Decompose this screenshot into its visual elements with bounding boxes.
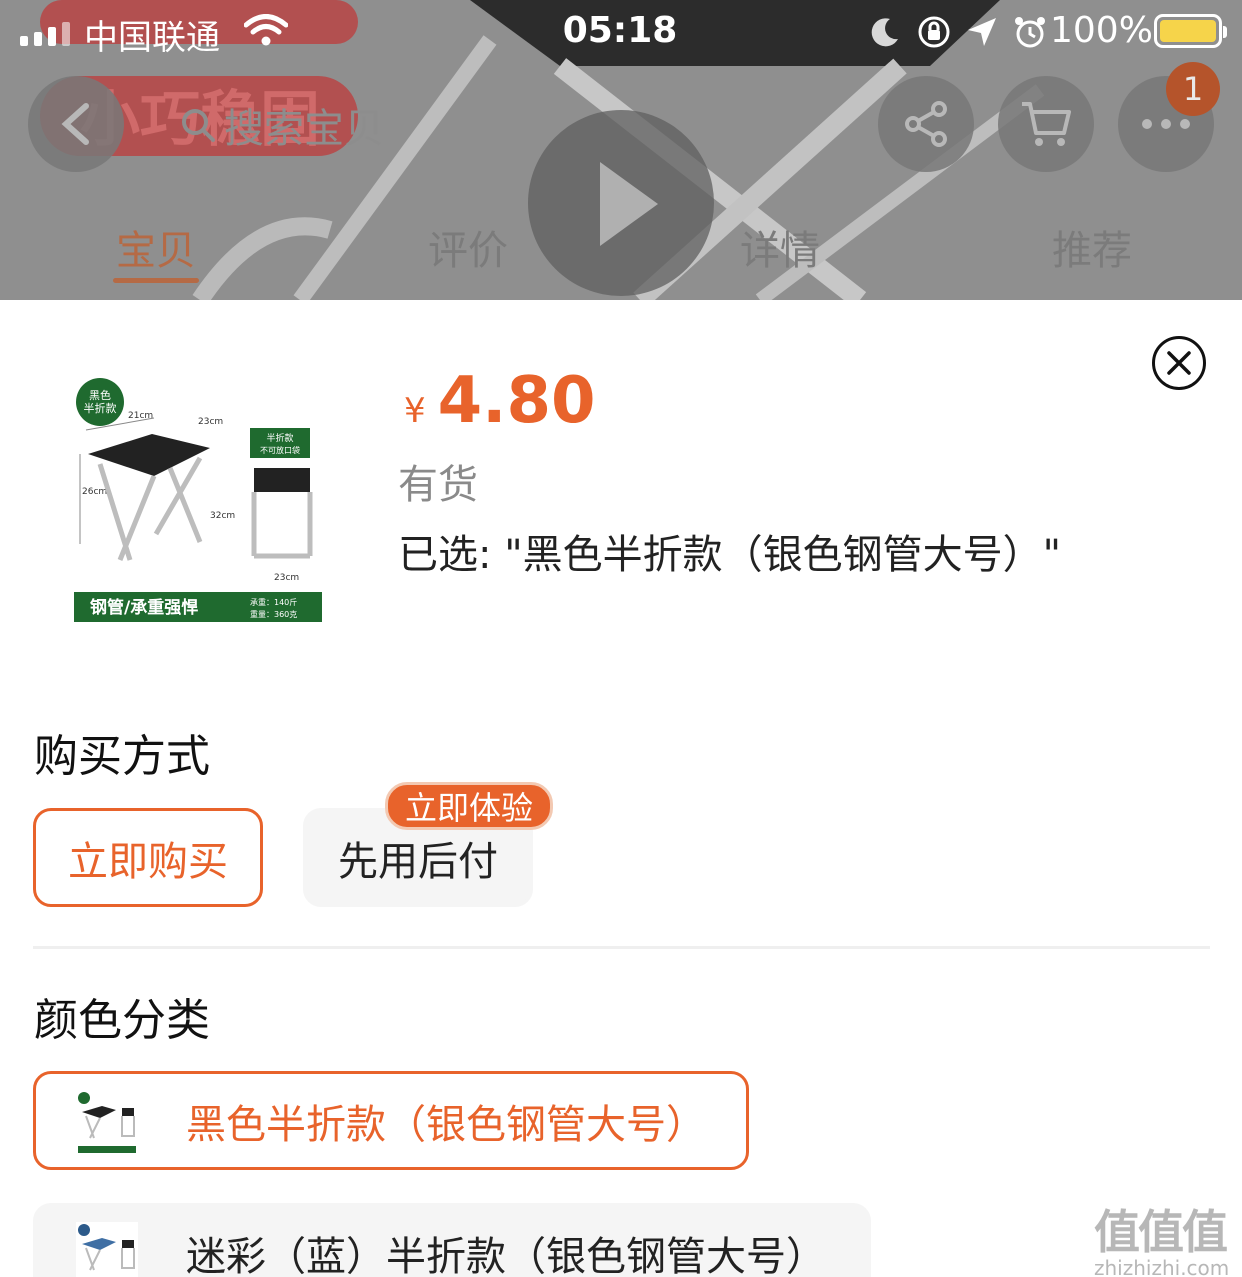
price-value: 4.80: [437, 364, 596, 438]
divider: [33, 946, 1210, 949]
back-icon: [61, 103, 89, 145]
thumb-dim-26: 26cm: [82, 487, 107, 497]
color-option-thumbnail: [76, 1222, 138, 1277]
thumb-banner-spec-2: 重量：360克: [250, 609, 297, 619]
watermark-url: zhizhizhi.com: [1094, 1256, 1230, 1277]
alarm-icon: [1015, 17, 1045, 48]
share-icon: [905, 101, 947, 147]
color-option-camo-blue[interactable]: 迷彩（蓝）半折款（银色钢管大号）: [33, 1203, 871, 1277]
thumb-side-label-2: 不可放口袋: [260, 445, 300, 455]
search-icon: [182, 109, 215, 142]
cart-button[interactable]: [998, 76, 1094, 172]
thumb-badge-line2: 半折款: [84, 401, 117, 415]
wifi-icon: [244, 14, 288, 46]
close-icon: [1167, 351, 1191, 375]
thumb-dim-23-bottom: 23cm: [274, 573, 299, 583]
thumb-dim-32: 32cm: [210, 511, 235, 521]
cellular-signal-icon: [20, 22, 70, 46]
product-thumbnail[interactable]: 黑色 半折款 21cm 23cm 26cm 32cm 23cm 半折款 不可放口…: [70, 372, 326, 624]
selected-sku: 已选: "黑色半折款（银色钢管大号）": [398, 532, 1061, 578]
color-option-thumbnail: [76, 1090, 138, 1154]
tab-recommend[interactable]: 推荐: [1012, 218, 1172, 276]
tab-details[interactable]: 详情: [700, 218, 860, 276]
buy-now-option[interactable]: 立即购买: [33, 808, 263, 907]
active-tab-indicator: [113, 278, 199, 283]
thumb-banner-main: 钢管/承重强悍: [90, 597, 198, 618]
color-option-label: 迷彩（蓝）半折款（银色钢管大号）: [186, 1233, 826, 1277]
thumb-badge-line1: 黑色: [89, 388, 111, 402]
status-time: 05:18: [562, 10, 678, 51]
battery-icon: [1154, 14, 1227, 48]
product-tabs: 宝贝 评价 详情 推荐: [0, 218, 1242, 283]
carrier-name: 中国联通: [84, 18, 220, 58]
cart-icon: [1022, 102, 1071, 146]
tab-reviews[interactable]: 评价: [388, 218, 548, 276]
status-icons: [868, 14, 1048, 50]
color-option-label: 黑色半折款（银色钢管大号）: [186, 1101, 706, 1148]
status-bar: 中国联通 05:18 100%: [0, 0, 1242, 64]
price-currency: ¥: [404, 391, 426, 431]
thumb-banner-spec-1: 承重：140斤: [250, 597, 297, 607]
close-button[interactable]: [1152, 336, 1206, 390]
price: ¥ 4.80: [404, 364, 596, 438]
thumb-side-label-1: 半折款: [266, 432, 293, 444]
watermark-logo: 值值值: [1094, 1205, 1228, 1259]
stock-status: 有货: [398, 462, 478, 508]
battery-percent: 100%: [1050, 10, 1153, 51]
search-placeholder: 搜索宝贝: [224, 106, 384, 152]
more-icon: [1142, 119, 1190, 129]
thumb-dim-23-top: 23cm: [198, 417, 223, 427]
tab-item[interactable]: 宝贝: [76, 218, 236, 276]
share-button[interactable]: [878, 76, 974, 172]
purchase-method-title: 购买方式: [34, 731, 210, 782]
background-product-page[interactable]: 小巧稳固 中国联通 05:18 100% 搜索宝贝 1 宝贝 评价 详情 推荐: [0, 0, 1242, 300]
thumb-dim-21: 21cm: [128, 411, 153, 421]
try-now-badge: 立即体验: [385, 782, 553, 830]
watermark: 值值值 zhizhizhi.com: [1094, 1196, 1229, 1277]
search-bar[interactable]: 搜索宝贝: [180, 96, 384, 154]
page: 小巧稳固 中国联通 05:18 100% 搜索宝贝 1 宝贝 评价 详情 推荐 …: [0, 0, 1242, 1277]
location-arrow-icon: [968, 18, 996, 46]
back-button[interactable]: [28, 76, 124, 172]
cart-count-badge: 1: [1166, 62, 1220, 116]
rotation-lock-icon: [918, 16, 950, 48]
moon-icon: [871, 18, 898, 47]
color-option-black[interactable]: 黑色半折款（银色钢管大号）: [33, 1071, 749, 1170]
color-category-title: 颜色分类: [34, 995, 210, 1046]
sku-selection-sheet: 黑色 半折款 21cm 23cm 26cm 32cm 23cm 半折款 不可放口…: [0, 300, 1242, 1277]
